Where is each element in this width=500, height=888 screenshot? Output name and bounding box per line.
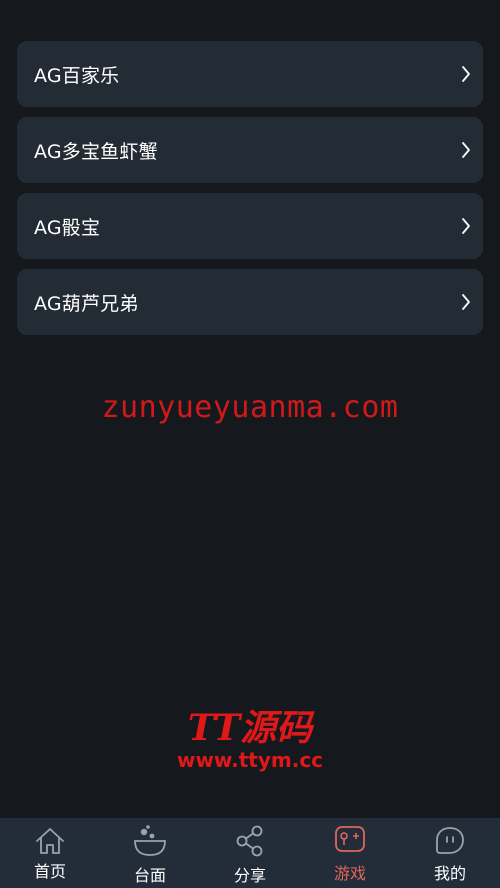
tab-label: 分享 — [233, 866, 266, 885]
list-item-label: AG多宝鱼虾蟹 — [34, 140, 158, 163]
brand-watermark-title: TT源码 — [187, 707, 313, 749]
share-icon — [236, 825, 263, 857]
chevron-right-icon — [462, 142, 470, 158]
list-item-label: AG葫芦兄弟 — [34, 292, 139, 315]
bowl-icon — [134, 825, 166, 856]
list-item-label: AG骰宝 — [34, 216, 101, 239]
list-item-ag-fish-prawn-crab[interactable]: AG多宝鱼虾蟹 — [17, 117, 483, 183]
site-watermark: zunyueyuanma.com — [101, 390, 399, 425]
tab-mine[interactable]: 我的 — [400, 818, 500, 888]
gamepad-icon — [335, 826, 365, 852]
bottom-tab-bar: 首页 台面 分享 游戏 我的 — [0, 818, 500, 888]
chevron-right-icon — [462, 66, 470, 82]
list-item-ag-gourd-brothers[interactable]: AG葫芦兄弟 — [17, 269, 483, 335]
game-list: AG百家乐 AG多宝鱼虾蟹 AG骰宝 AG葫芦兄弟 — [17, 41, 483, 345]
brand-watermark-url: www.ttym.cc — [176, 748, 324, 772]
chevron-right-icon — [462, 218, 470, 234]
list-item-ag-sicbo[interactable]: AG骰宝 — [17, 193, 483, 259]
tab-label: 台面 — [133, 866, 166, 885]
tab-label: 我的 — [433, 864, 466, 883]
brand-watermark: TT源码 www.ttym.cc — [0, 708, 500, 772]
tab-table[interactable]: 台面 — [100, 818, 200, 888]
tab-share[interactable]: 分享 — [200, 818, 300, 888]
home-icon — [36, 828, 64, 854]
chat-face-icon — [436, 827, 464, 854]
tab-games[interactable]: 游戏 — [300, 818, 400, 888]
list-item-label: AG百家乐 — [34, 64, 120, 87]
tab-label: 首页 — [33, 862, 66, 881]
tab-home[interactable]: 首页 — [0, 818, 100, 888]
list-item-ag-baccarat[interactable]: AG百家乐 — [17, 41, 483, 107]
tab-label: 游戏 — [333, 864, 366, 883]
chevron-right-icon — [462, 294, 470, 310]
